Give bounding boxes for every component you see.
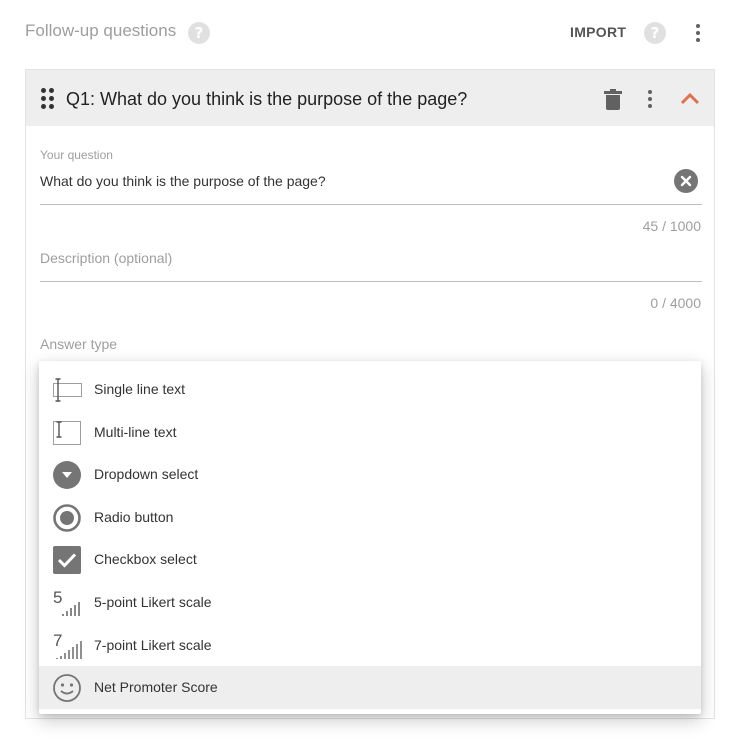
drag-handle-icon[interactable]: [40, 88, 56, 110]
menu-item-dropdown-select[interactable]: Dropdown select: [39, 453, 701, 496]
question-header: Q1: What do you think is the purpose of …: [26, 70, 714, 126]
smiley-icon: [52, 673, 82, 703]
menu-item-net-promoter-score[interactable]: Net Promoter Score: [39, 666, 701, 709]
help-icon[interactable]: ?: [188, 22, 210, 44]
question-field-label: Your question: [40, 148, 113, 162]
menu-item-label: 7-point Likert scale: [94, 636, 212, 653]
description-input[interactable]: Description (optional): [40, 250, 172, 266]
likert-5-number: 5: [53, 588, 62, 607]
top-bar: Follow-up questions ? IMPORT ?: [0, 0, 740, 66]
answer-type-label: Answer type: [40, 336, 118, 352]
menu-item-label: Checkbox select: [94, 551, 197, 568]
menu-item-7-point-likert[interactable]: 7 7-point Likert scale: [39, 624, 701, 667]
question-input[interactable]: [40, 173, 660, 189]
dropdown-select-icon: [52, 460, 82, 490]
multi-line-text-icon: [52, 418, 82, 448]
menu-item-multi-line-text[interactable]: Multi-line text: [39, 411, 701, 454]
more-options-icon[interactable]: [686, 21, 710, 45]
radio-button-icon: [52, 503, 82, 533]
description-char-counter: 0 / 4000: [650, 295, 701, 311]
checkbox-icon: [52, 545, 82, 575]
chevron-up-icon[interactable]: [678, 87, 702, 111]
question-more-icon[interactable]: [638, 87, 662, 111]
menu-item-label: Net Promoter Score: [94, 679, 218, 696]
menu-item-label: Dropdown select: [94, 466, 199, 483]
menu-item-label: Single line text: [94, 381, 186, 397]
likert-7-number: 7: [53, 631, 62, 650]
description-underline: [40, 281, 702, 282]
question-underline: [40, 204, 702, 205]
menu-item-label: Multi-line text: [94, 423, 177, 440]
menu-item-checkbox-select[interactable]: Checkbox select: [39, 538, 701, 581]
answer-type-menu: Single line text Multi-line text Dropdow…: [39, 361, 701, 714]
menu-item-single-line-text[interactable]: Single line text: [39, 368, 701, 411]
likert-5-icon: 5: [52, 588, 82, 618]
question-char-counter: 45 / 1000: [642, 218, 701, 234]
menu-item-label: Radio button: [94, 508, 174, 525]
single-line-text-icon: [52, 375, 82, 405]
delete-icon[interactable]: [604, 89, 622, 111]
menu-item-5-point-likert[interactable]: 5 5-point Likert scale: [39, 581, 701, 624]
help-icon[interactable]: ?: [644, 22, 666, 44]
clear-icon[interactable]: [674, 169, 698, 193]
menu-item-radio-button[interactable]: Radio button: [39, 496, 701, 539]
likert-7-icon: 7: [52, 631, 82, 661]
question-title: Q1: What do you think is the purpose of …: [66, 89, 468, 109]
import-button[interactable]: IMPORT: [564, 22, 632, 42]
menu-item-label: 5-point Likert scale: [94, 593, 212, 610]
section-title: Follow-up questions: [25, 21, 177, 40]
